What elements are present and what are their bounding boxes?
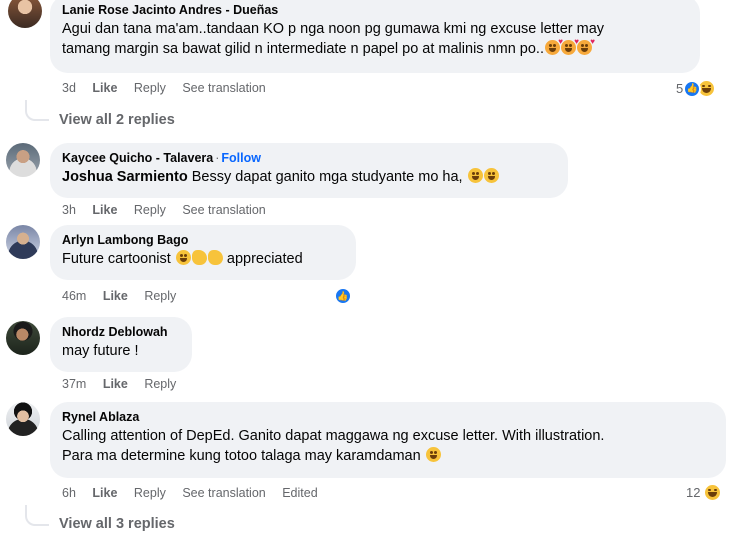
comment-text: may future ! (62, 343, 139, 359)
comment-actions: 37m Like Reply (62, 377, 189, 391)
follow-button[interactable]: Follow (221, 151, 261, 165)
reply-button[interactable]: Reply (144, 377, 176, 391)
comment-bubble: Arlyn Lambong Bago Future cartoonist app… (50, 225, 356, 280)
rolling-on-floor-laughing-icon (425, 447, 441, 462)
reaction-summary[interactable]: 👍 (334, 287, 352, 305)
reply-button[interactable]: Reply (134, 81, 166, 95)
see-translation-link[interactable]: See translation (182, 203, 265, 217)
avatar[interactable] (6, 321, 40, 355)
reaction-summary[interactable]: 5 👍 (676, 79, 717, 98)
thread-connector (25, 100, 49, 121)
view-replies-link[interactable]: View all 2 replies (59, 112, 175, 128)
comment-time[interactable]: 3d (62, 81, 76, 95)
reaction-summary[interactable]: 12 (686, 483, 723, 502)
comment-actions: 3d Like Reply See translation (62, 81, 279, 95)
haha-reaction-icon (703, 483, 723, 502)
comment-actions: 3h Like Reply See translation (62, 203, 279, 217)
comment-text: Joshua Sarmiento Bessy dapat ganito mga … (62, 167, 556, 187)
comment-text: Future cartoonist appreciated (62, 249, 344, 269)
rolling-on-floor-laughing-icon (467, 168, 483, 183)
comment-text-line-2: tamang margin sa bawat gilid n intermedi… (62, 38, 688, 59)
thread-connector (25, 505, 49, 526)
comment-text-body: Future cartoonist (62, 251, 171, 267)
like-reaction-icon: 👍 (334, 287, 352, 305)
comment-author[interactable]: Arlyn Lambong Bago (62, 232, 344, 249)
comment-time[interactable]: 3h (62, 203, 76, 217)
like-button[interactable]: Like (92, 486, 117, 500)
comment-author[interactable]: Nhordz Deblowah (62, 324, 180, 341)
like-button[interactable]: Like (92, 81, 117, 95)
comment-text: Calling attention of DepEd. Ganito dapat… (62, 426, 714, 466)
smiling-face-with-hearts-icon: ♥ (545, 38, 563, 55)
face-with-tears-of-joy-icon (175, 250, 191, 265)
comment-actions: 6h Like Reply See translation Edited (62, 486, 331, 500)
comment-author[interactable]: Rynel Ablaza (62, 409, 714, 426)
comment-text-line: tamang margin sa bawat gilid n intermedi… (62, 41, 544, 57)
reply-button[interactable]: Reply (134, 203, 166, 217)
mention-link[interactable]: Joshua Sarmiento (62, 169, 188, 185)
comment-time[interactable]: 46m (62, 289, 86, 303)
comment-text-line-2: Para ma determine kung totoo talaga may … (62, 446, 714, 466)
comment-bubble: Nhordz Deblowah may future ! (50, 317, 192, 372)
comment-author-line: Kaycee Quicho - Talavera · Follow (62, 150, 556, 167)
comment-text-line: Calling attention of DepEd. Ganito dapat… (62, 428, 605, 444)
comment-time[interactable]: 6h (62, 486, 76, 500)
reaction-count: 12 (686, 485, 701, 500)
comment-bubble: Lanie Rose Jacinto Andres - Dueñas Agui … (50, 0, 700, 73)
like-button[interactable]: Like (103, 377, 128, 391)
like-button[interactable]: Like (92, 203, 117, 217)
reaction-count: 5 (676, 81, 684, 96)
comment-text-after: appreciated (226, 251, 303, 267)
see-translation-link[interactable]: See translation (182, 81, 265, 95)
rolling-on-floor-laughing-icon (483, 168, 499, 183)
comment-text-line: Agui dan tana ma'am..tandaan KO p nga no… (62, 21, 605, 37)
comment-time[interactable]: 37m (62, 377, 86, 391)
avatar[interactable] (6, 402, 40, 436)
separator-dot: · (215, 151, 220, 165)
smiling-face-with-hearts-icon: ♥ (561, 38, 579, 55)
comment-actions: 46m Like Reply (62, 289, 189, 303)
view-replies-link[interactable]: View all 3 replies (59, 516, 175, 532)
clapping-hands-icon (207, 250, 223, 265)
comment-text-line: Para ma determine kung totoo talaga may … (62, 448, 421, 464)
comment-author[interactable]: Kaycee Quicho - Talavera (62, 151, 213, 165)
comment-text: Agui dan tana ma'am..tandaan KO p nga no… (62, 19, 688, 59)
comment-bubble: Rynel Ablaza Calling attention of DepEd.… (50, 402, 726, 478)
avatar[interactable] (8, 0, 42, 28)
smiling-face-with-hearts-icon: ♥ (577, 38, 595, 55)
edited-label: Edited (282, 486, 318, 500)
see-translation-link[interactable]: See translation (182, 486, 265, 500)
clapping-hands-icon (191, 250, 207, 265)
comment-bubble: Kaycee Quicho - Talavera · Follow Joshua S… (50, 143, 568, 198)
comment-author[interactable]: Lanie Rose Jacinto Andres - Dueñas (62, 2, 688, 19)
comment-text-body: Bessy dapat ganito mga studyante mo ha, (191, 169, 463, 185)
like-button[interactable]: Like (103, 289, 128, 303)
reply-button[interactable]: Reply (134, 486, 166, 500)
avatar[interactable] (6, 143, 40, 177)
reply-button[interactable]: Reply (144, 289, 176, 303)
like-reaction-icon: 👍 (683, 79, 702, 98)
avatar[interactable] (6, 225, 40, 259)
